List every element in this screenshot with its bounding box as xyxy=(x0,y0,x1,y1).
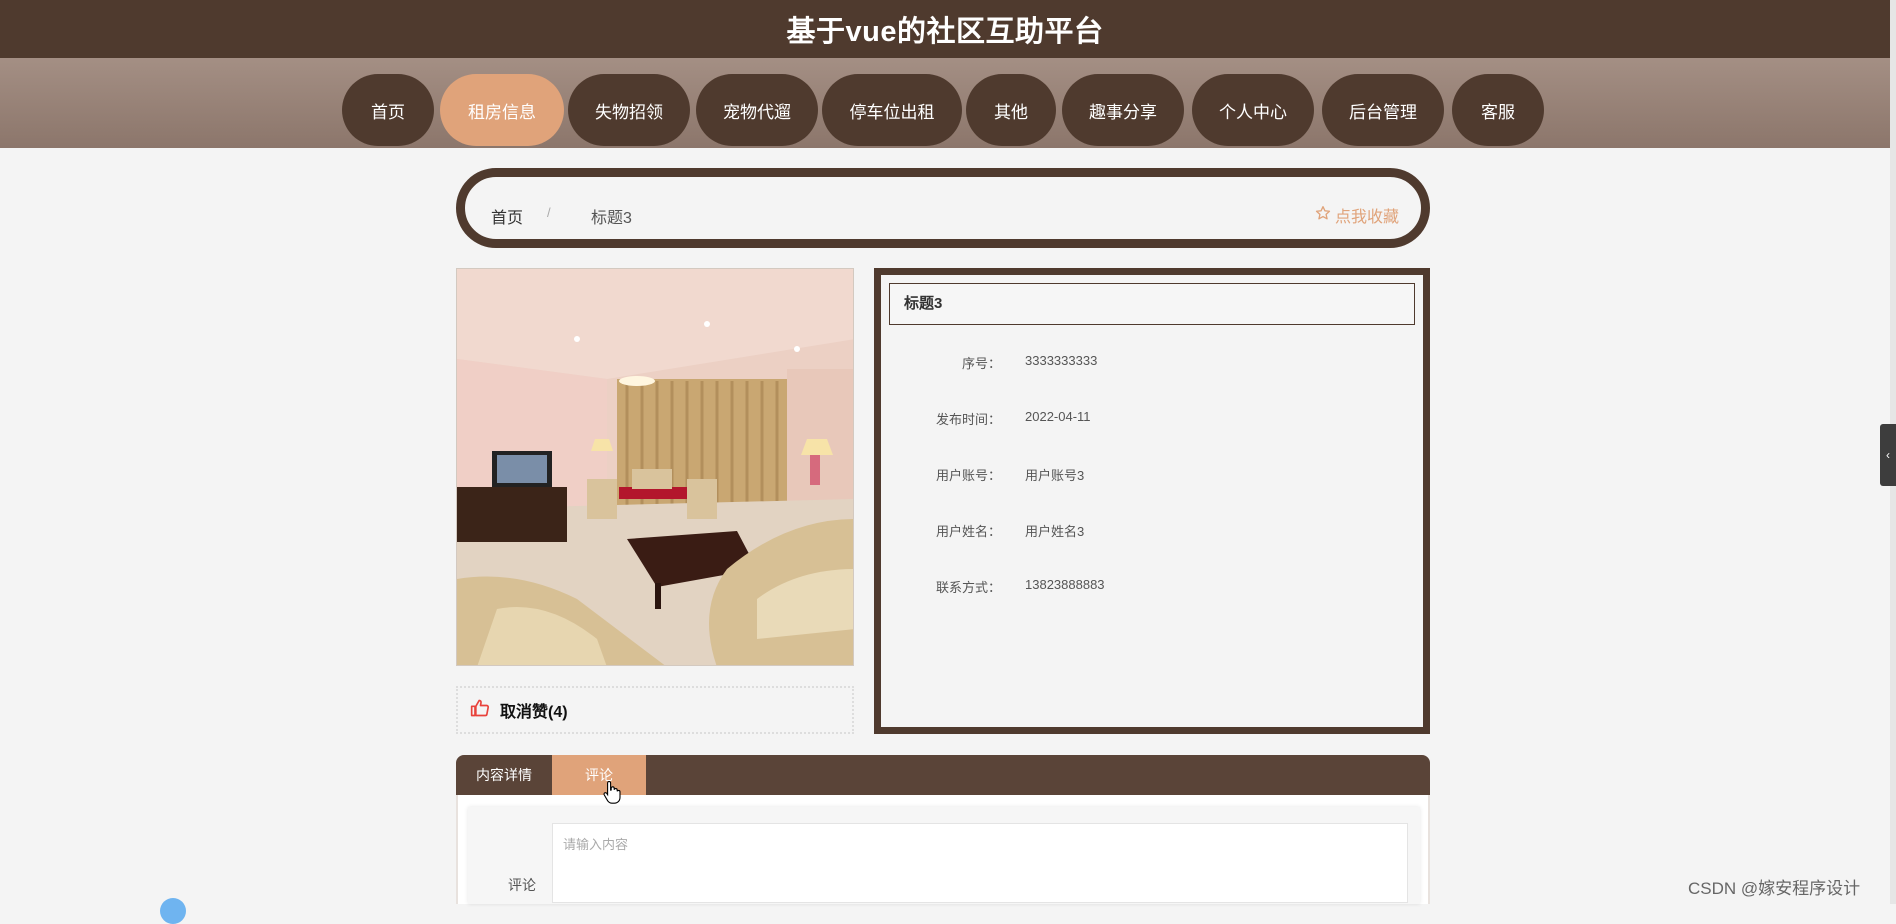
chevron-left-icon: ‹ xyxy=(1886,448,1890,462)
nav-item-other[interactable]: 其他 xyxy=(966,74,1056,146)
site-title: 基于vue的社区互助平台 xyxy=(786,16,1104,48)
nav-item-fun-share[interactable]: 趣事分享 xyxy=(1062,74,1184,146)
nav-item-pet-walking[interactable]: 宠物代遛 xyxy=(696,74,818,146)
hand-cursor-icon xyxy=(603,780,621,804)
listing-photo xyxy=(456,268,854,666)
breadcrumb-separator: / xyxy=(547,205,551,220)
detail-row-user-account: 用户账号： 用户账号3 xyxy=(881,465,1421,485)
detail-row-user-name: 用户姓名： 用户姓名3 xyxy=(881,521,1421,541)
detail-panel: 标题3 序号： 3333333333 发布时间： 2022-04-11 用户账号… xyxy=(874,268,1430,734)
detail-label: 联系方式： xyxy=(935,580,1001,595)
nav-item-personal-center[interactable]: 个人中心 xyxy=(1192,74,1314,146)
comment-input[interactable] xyxy=(552,823,1408,903)
detail-label: 用户账号： xyxy=(935,468,1001,483)
breadcrumb-home[interactable]: 首页 xyxy=(491,204,523,228)
detail-row-id: 序号： 3333333333 xyxy=(881,353,1421,373)
detail-value: 13823888883 xyxy=(1025,577,1105,592)
nav-item-home[interactable]: 首页 xyxy=(342,74,434,146)
breadcrumb-current: 标题3 xyxy=(591,210,632,227)
detail-value: 用户账号3 xyxy=(1025,468,1085,483)
site-header: 基于vue的社区互助平台 xyxy=(0,0,1890,58)
detail-row-contact: 联系方式： 13823888883 xyxy=(881,577,1421,597)
breadcrumb: 首页 / 标题3 点我收藏 xyxy=(456,168,1430,248)
detail-value: 3333333333 xyxy=(1025,353,1098,368)
detail-title: 标题3 xyxy=(889,283,1415,325)
comment-section: 评论 xyxy=(456,795,1430,904)
watermark: CSDN @嫁安程序设计 xyxy=(1688,879,1861,898)
main-nav: 首页 租房信息 失物招领 宠物代遛 停车位出租 其他 趣事分享 个人中心 后台管… xyxy=(0,58,1890,148)
comment-form: 评论 xyxy=(468,807,1420,904)
thumbs-up-icon xyxy=(470,698,490,723)
detail-label: 序号： xyxy=(961,356,1001,371)
detail-label: 发布时间： xyxy=(935,412,1001,427)
tab-content-details[interactable]: 内容详情 xyxy=(456,755,552,795)
nav-item-customer-service[interactable]: 客服 xyxy=(1452,74,1544,146)
detail-value: 2022-04-11 xyxy=(1025,409,1091,424)
nav-item-parking-rental[interactable]: 停车位出租 xyxy=(822,74,962,146)
comment-label: 评论 xyxy=(508,877,536,893)
like-label: 取消赞(4) xyxy=(500,704,568,721)
like-button[interactable]: 取消赞(4) xyxy=(456,686,854,734)
side-panel-toggle[interactable]: ‹ xyxy=(1880,424,1896,486)
favorite-button[interactable]: 点我收藏 xyxy=(1315,203,1399,227)
detail-value: 用户姓名3 xyxy=(1025,524,1085,539)
nav-item-rental-info[interactable]: 租房信息 xyxy=(440,74,564,146)
favorite-label: 点我收藏 xyxy=(1334,209,1399,226)
detail-row-publish-time: 发布时间： 2022-04-11 xyxy=(881,409,1421,429)
nav-item-admin[interactable]: 后台管理 xyxy=(1322,74,1444,146)
detail-label: 用户姓名： xyxy=(935,524,1001,539)
loading-indicator xyxy=(160,898,186,924)
tab-comments[interactable]: 评论 xyxy=(552,755,646,795)
star-outline-icon xyxy=(1315,205,1331,226)
nav-item-lost-found[interactable]: 失物招领 xyxy=(568,74,690,146)
